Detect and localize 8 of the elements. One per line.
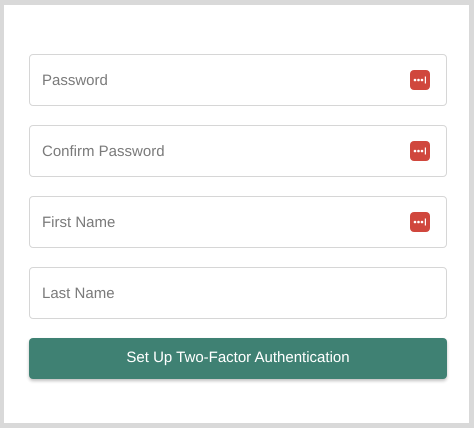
text-field[interactable]: Last Name <box>29 267 447 319</box>
password-manager-icon[interactable] <box>410 212 430 232</box>
password-manager-icon[interactable] <box>410 70 430 90</box>
text-field[interactable]: First Name <box>29 196 447 248</box>
setup-2fa-button[interactable]: Set Up Two-Factor Authentication <box>29 338 447 379</box>
password-manager-icon[interactable] <box>410 141 430 161</box>
text-field[interactable]: Password <box>29 54 447 106</box>
text-field[interactable]: Confirm Password <box>29 125 447 177</box>
